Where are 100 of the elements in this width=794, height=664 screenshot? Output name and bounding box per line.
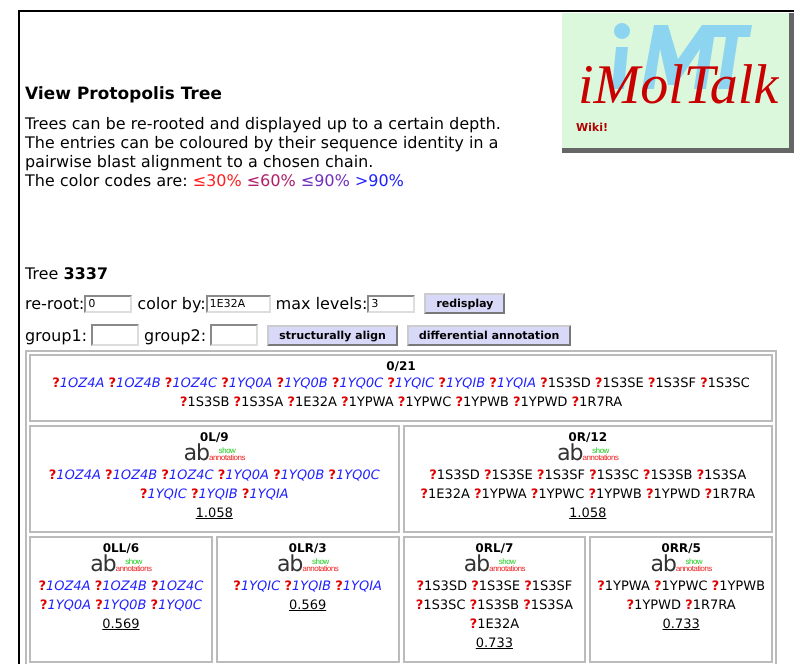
chain-entry[interactable]: ?1YQIA [335, 579, 382, 594]
chain-entry[interactable]: ?1OZ4C [161, 468, 214, 483]
chain-entry[interactable]: ?1YQIC [233, 579, 280, 594]
chain-entry[interactable]: ?1YPWA [474, 487, 527, 502]
page-heading: View Protopolis Tree [25, 84, 223, 104]
chain-entry[interactable]: ?1YQ0A [40, 598, 92, 613]
color-code: ≤60% [246, 171, 296, 190]
field-label: re-root: [25, 294, 84, 313]
chain-entry[interactable]: ?1YQ0C [328, 468, 380, 483]
chain-entry[interactable]: ?1YPWD [626, 598, 682, 613]
node-title: 0LR/3 [288, 540, 328, 555]
color-code: >90% [354, 171, 404, 190]
chain-entry[interactable]: ?1R7RA [572, 395, 622, 410]
chain-entry[interactable]: ?1S3SF [536, 468, 585, 483]
chain-entry[interactable]: ?1S3SB [642, 468, 692, 483]
text-field[interactable]: 3 [367, 294, 416, 312]
distance-link[interactable]: 1.058 [569, 506, 606, 521]
chain-entry[interactable]: ?1S3SF [648, 376, 696, 391]
field-label: color by: [137, 294, 206, 313]
chain-entry[interactable]: ?1S3SC [589, 468, 639, 483]
chain-entry[interactable]: ?1YQ0C [332, 376, 384, 391]
chain-entry[interactable]: ?1YQ0B [276, 376, 328, 391]
chain-entry[interactable]: ?1S3SA [696, 468, 746, 483]
field-label: group1: [25, 326, 88, 344]
chain-entry[interactable]: ?1YPWA [597, 579, 650, 594]
chain-entry[interactable]: ?1OZ4C [164, 376, 218, 391]
distance-link[interactable]: 0.569 [289, 598, 326, 613]
color-codes-label: The color codes are: [25, 171, 188, 190]
chain-entry[interactable]: ?1S3SD [429, 468, 480, 483]
node-title: 0/21 [385, 358, 417, 374]
chain-entry[interactable]: ?1OZ4A [48, 468, 101, 483]
description-text: The entries can be coloured by their sequence identity in a [25, 133, 500, 152]
distance-link[interactable]: 0.733 [476, 636, 513, 651]
chain-entry[interactable]: ?1R7RA [685, 598, 736, 613]
chain-entry[interactable]: ?1OZ4A [52, 376, 104, 391]
chain-entry[interactable]: ?1YPWD [512, 395, 568, 410]
node-title: 0R/12 [568, 429, 608, 444]
chain-entry[interactable]: ?1OZ4B [108, 376, 161, 391]
distance-link[interactable]: 0.733 [662, 617, 700, 632]
redisplay-button[interactable]: redisplay [424, 293, 506, 314]
node-title: 0LL/6 [102, 540, 140, 555]
chain-entry[interactable]: ?1S3SC [700, 376, 750, 391]
color-code: ≤90% [300, 171, 350, 190]
chain-entry[interactable]: ?1YQ0B [95, 598, 146, 613]
chain-entry[interactable]: ?1S3SA [234, 395, 284, 410]
chain-entry[interactable]: ?1E32A [470, 617, 520, 632]
chain-entry[interactable]: ?1R7RA [704, 487, 756, 502]
chain-entry[interactable]: ?1YPWD [646, 487, 700, 502]
chain-entry[interactable]: ?1S3SB [180, 395, 230, 410]
chain-entry[interactable]: ?1YPWB [455, 395, 509, 410]
wiki-link[interactable]: Wiki! [576, 121, 608, 134]
tree-id-text: Tree 3337 [25, 264, 109, 283]
node-title: 0L/9 [200, 429, 230, 444]
chain-entry[interactable]: ?1YPWC [398, 395, 452, 410]
description-text: pairwise blast alignment to a chosen chain. [25, 152, 374, 171]
chain-entry[interactable]: ?1YQIB [190, 487, 238, 502]
distance-link[interactable]: 1.058 [196, 506, 233, 521]
chain-entry[interactable]: ?1E32A [287, 395, 337, 410]
chain-entry[interactable]: ?1S3SE [484, 468, 533, 483]
action-button[interactable]: structurally align [267, 324, 398, 346]
chain-entry[interactable]: ?1YQ0C [150, 598, 202, 613]
chain-entry[interactable]: ?1YQIA [489, 376, 536, 391]
chain-entry[interactable]: ?1S3SD [416, 579, 468, 594]
chain-entry[interactable]: ?1YPWB [588, 487, 642, 502]
chain-entry[interactable]: ?1YQIB [284, 579, 332, 594]
chain-entry[interactable]: ?1S3SE [594, 376, 644, 391]
chain-entry[interactable]: ?1OZ4B [105, 468, 158, 483]
chain-entry[interactable]: ?1OZ4B [94, 579, 147, 594]
text-field[interactable]: 1E32A [206, 294, 271, 312]
description-text: Trees can be re-rooted and displayed up to a certain depth. [25, 114, 501, 133]
chain-entry[interactable]: ?1S3SC [416, 598, 466, 613]
action-button[interactable]: differential annotation [406, 324, 572, 346]
chain-entry[interactable]: ?1YQIC [387, 376, 434, 391]
chain-entry[interactable]: ?1S3SA [523, 598, 573, 613]
chain-entry[interactable]: ?1S3SB [470, 598, 520, 613]
color-code: ≤30% [192, 171, 242, 190]
chain-entry[interactable]: ?1YQ0A [218, 468, 269, 483]
text-field[interactable] [91, 324, 140, 346]
chain-entry[interactable]: ?1OZ4A [38, 579, 91, 594]
node-title: 0RR/5 [661, 540, 702, 555]
chain-entry[interactable]: ?1YQ0A [221, 376, 272, 391]
chain-entry[interactable]: ?1OZ4C [151, 579, 204, 594]
chain-entry[interactable]: ?1YQIA [242, 487, 289, 502]
chain-entry[interactable]: ?1YPWB [712, 579, 766, 594]
chain-entry[interactable]: ?1YPWA [341, 395, 394, 410]
chain-entry[interactable]: ?1YQ0B [273, 468, 324, 483]
chain-entry[interactable]: ?1E32A [420, 487, 470, 502]
chain-entry[interactable]: ?1S3SF [524, 579, 572, 594]
chain-entry[interactable]: ?1YPWC [654, 579, 708, 594]
text-field[interactable] [210, 324, 258, 346]
logo-title: iMolTalk [578, 57, 778, 113]
node-title: 0RL/7 [475, 540, 514, 555]
chain-entry[interactable]: ?1S3SD [540, 376, 591, 391]
chain-entry[interactable]: ?1S3SE [471, 579, 520, 594]
text-field[interactable]: 0 [84, 294, 132, 312]
chain-entry[interactable]: ?1YPWC [530, 487, 584, 502]
distance-link[interactable]: 0.569 [102, 617, 140, 632]
chain-entry[interactable]: ?1YQIC [140, 487, 187, 502]
chain-entry[interactable]: ?1YQIB [438, 376, 486, 391]
field-label: group2: [144, 326, 206, 344]
